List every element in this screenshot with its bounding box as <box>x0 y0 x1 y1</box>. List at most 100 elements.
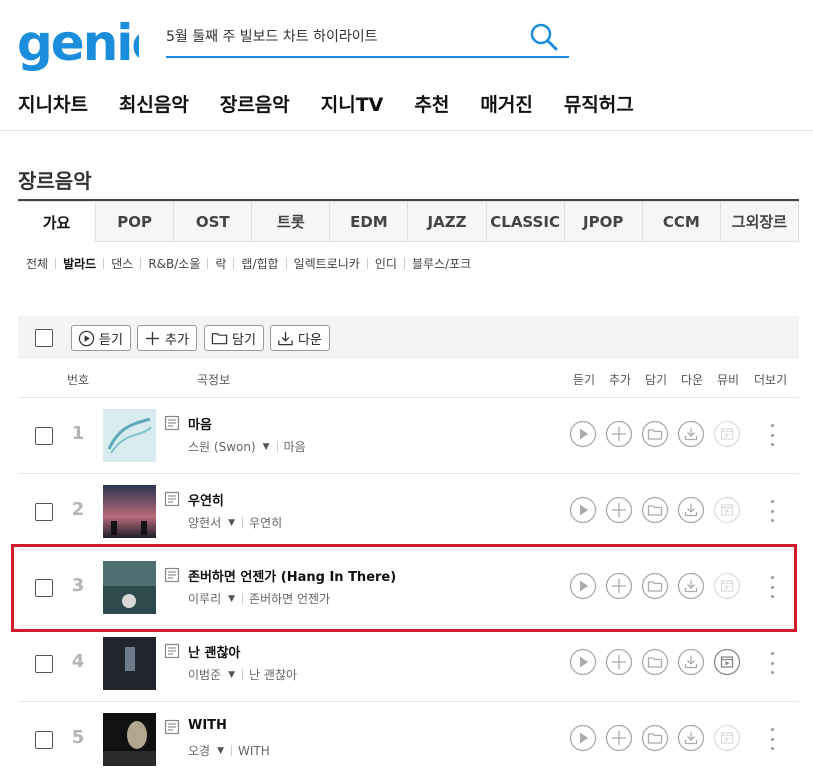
album-cover[interactable] <box>103 561 156 614</box>
song-row[interactable]: 4 난 괜찮아 이범준 ▼ 난 괜찮아 <box>18 625 799 701</box>
add-icon[interactable] <box>605 572 633 600</box>
download-icon[interactable] <box>677 724 705 752</box>
lyrics-icon[interactable] <box>164 491 180 507</box>
subgenre-indie[interactable]: 인디 <box>375 255 397 272</box>
song-artist[interactable]: 오경 <box>188 742 210 759</box>
tab-edm[interactable]: EDM <box>330 201 409 242</box>
song-album[interactable]: 존버하면 언젠가 <box>249 590 330 607</box>
artist-dropdown-icon[interactable]: ▼ <box>217 746 224 756</box>
album-cover[interactable] <box>103 637 156 690</box>
download-selected-button[interactable]: 다운 <box>270 325 330 351</box>
more-options-icon[interactable] <box>766 576 778 598</box>
song-title[interactable]: 난 괜찮아 <box>188 642 240 661</box>
nav-music-hug[interactable]: 뮤직허그 <box>564 90 634 118</box>
song-row[interactable]: 2 우연히 양현서 ▼ 우연히 <box>18 473 799 549</box>
song-artist[interactable]: 이루리 <box>188 590 221 607</box>
tab-ost[interactable]: OST <box>174 201 253 242</box>
more-options-icon[interactable] <box>766 424 778 446</box>
more-options-icon[interactable] <box>766 728 778 750</box>
play-selected-button[interactable]: 듣기 <box>71 325 131 351</box>
song-album[interactable]: WITH <box>238 744 270 758</box>
play-icon[interactable] <box>569 420 597 448</box>
subgenre-blues-folk[interactable]: 블루스/포크 <box>412 255 471 272</box>
artist-dropdown-icon[interactable]: ▼ <box>228 518 235 528</box>
subgenre-rock[interactable]: 락 <box>215 255 226 272</box>
lyrics-icon[interactable] <box>164 643 180 659</box>
song-album[interactable]: 마음 <box>284 438 306 455</box>
add-selected-button[interactable]: 추가 <box>137 325 197 351</box>
album-cover[interactable] <box>103 409 156 462</box>
folder-icon[interactable] <box>641 496 669 524</box>
artist-dropdown-icon[interactable]: ▼ <box>228 594 235 604</box>
nav-genre-music[interactable]: 장르음악 <box>220 90 290 118</box>
nav-magazine[interactable]: 매거진 <box>480 90 532 118</box>
play-icon[interactable] <box>569 648 597 676</box>
play-icon[interactable] <box>569 572 597 600</box>
music-video-icon[interactable] <box>713 648 741 676</box>
genie-logo[interactable]: genie <box>17 14 165 88</box>
song-checkbox[interactable] <box>35 731 53 749</box>
search-icon[interactable] <box>529 22 559 52</box>
song-title[interactable]: 우연히 <box>188 490 224 509</box>
nav-genie-tv[interactable]: 지니TV <box>321 90 384 118</box>
artist-dropdown-icon[interactable]: ▼ <box>228 670 235 680</box>
play-icon[interactable] <box>569 724 597 752</box>
nav-latest-music[interactable]: 최신음악 <box>119 90 189 118</box>
folder-icon[interactable] <box>641 648 669 676</box>
tab-pop[interactable]: POP <box>96 201 175 242</box>
subgenre-ballad[interactable]: 발라드 <box>63 255 96 272</box>
song-title[interactable]: WITH <box>188 718 227 733</box>
lyrics-icon[interactable] <box>164 719 180 735</box>
add-icon[interactable] <box>605 420 633 448</box>
album-cover[interactable] <box>103 713 156 766</box>
subgenre-all[interactable]: 전체 <box>26 255 48 272</box>
add-icon[interactable] <box>605 648 633 676</box>
tab-ccm[interactable]: CCM <box>642 201 721 242</box>
song-row[interactable]: 3 존버하면 언젠가 (Hang In There) 이루리 ▼ 존버하면 언젠가 <box>18 549 799 625</box>
download-icon[interactable] <box>677 572 705 600</box>
download-icon[interactable] <box>677 496 705 524</box>
play-icon[interactable] <box>569 496 597 524</box>
download-icon[interactable] <box>677 648 705 676</box>
song-checkbox[interactable] <box>35 655 53 673</box>
artist-dropdown-icon[interactable]: ▼ <box>263 442 270 452</box>
lyrics-icon[interactable] <box>164 567 180 583</box>
nav-genie-chart[interactable]: 지니차트 <box>18 90 88 118</box>
song-artist[interactable]: 스원 (Swon) <box>188 438 256 455</box>
folder-icon[interactable] <box>641 724 669 752</box>
subgenre-electronica[interactable]: 일렉트로니카 <box>294 255 360 272</box>
add-icon[interactable] <box>605 496 633 524</box>
more-options-icon[interactable] <box>766 652 778 674</box>
more-options-icon[interactable] <box>766 500 778 522</box>
song-album[interactable]: 우연히 <box>249 514 282 531</box>
folder-icon[interactable] <box>641 420 669 448</box>
subgenre-rnb[interactable]: R&B/소울 <box>148 255 200 272</box>
song-album[interactable]: 난 괜찮아 <box>249 666 297 683</box>
song-artist[interactable]: 이범준 <box>188 666 221 683</box>
folder-icon[interactable] <box>641 572 669 600</box>
download-icon[interactable] <box>677 420 705 448</box>
nav-recommend[interactable]: 추천 <box>414 90 449 118</box>
song-artist[interactable]: 양현서 <box>188 514 221 531</box>
save-selected-button[interactable]: 담기 <box>204 325 264 351</box>
tab-kpop[interactable]: 가요 <box>18 201 97 242</box>
song-title[interactable]: 마음 <box>188 414 212 433</box>
tab-trot[interactable]: 트롯 <box>252 201 331 242</box>
subgenre-dance[interactable]: 댄스 <box>111 255 133 272</box>
tab-jazz[interactable]: JAZZ <box>408 201 487 242</box>
song-checkbox[interactable] <box>35 579 53 597</box>
tab-other-genres[interactable]: 그외장르 <box>720 201 799 242</box>
tab-classic[interactable]: CLASSIC <box>486 201 565 242</box>
song-row[interactable]: 1 마음 스원 (Swon) ▼ 마음 <box>18 397 799 473</box>
song-row[interactable]: 5 WITH 오경 ▼ WITH <box>18 701 799 774</box>
lyrics-icon[interactable] <box>164 415 180 431</box>
song-checkbox[interactable] <box>35 503 53 521</box>
search-input[interactable] <box>166 22 516 50</box>
album-cover[interactable] <box>103 485 156 538</box>
select-all-checkbox[interactable] <box>35 329 53 347</box>
add-icon[interactable] <box>605 724 633 752</box>
tab-jpop[interactable]: JPOP <box>564 201 643 242</box>
subgenre-hiphop[interactable]: 랩/힙합 <box>241 255 278 272</box>
song-title[interactable]: 존버하면 언젠가 (Hang In There) <box>188 566 396 585</box>
song-checkbox[interactable] <box>35 427 53 445</box>
